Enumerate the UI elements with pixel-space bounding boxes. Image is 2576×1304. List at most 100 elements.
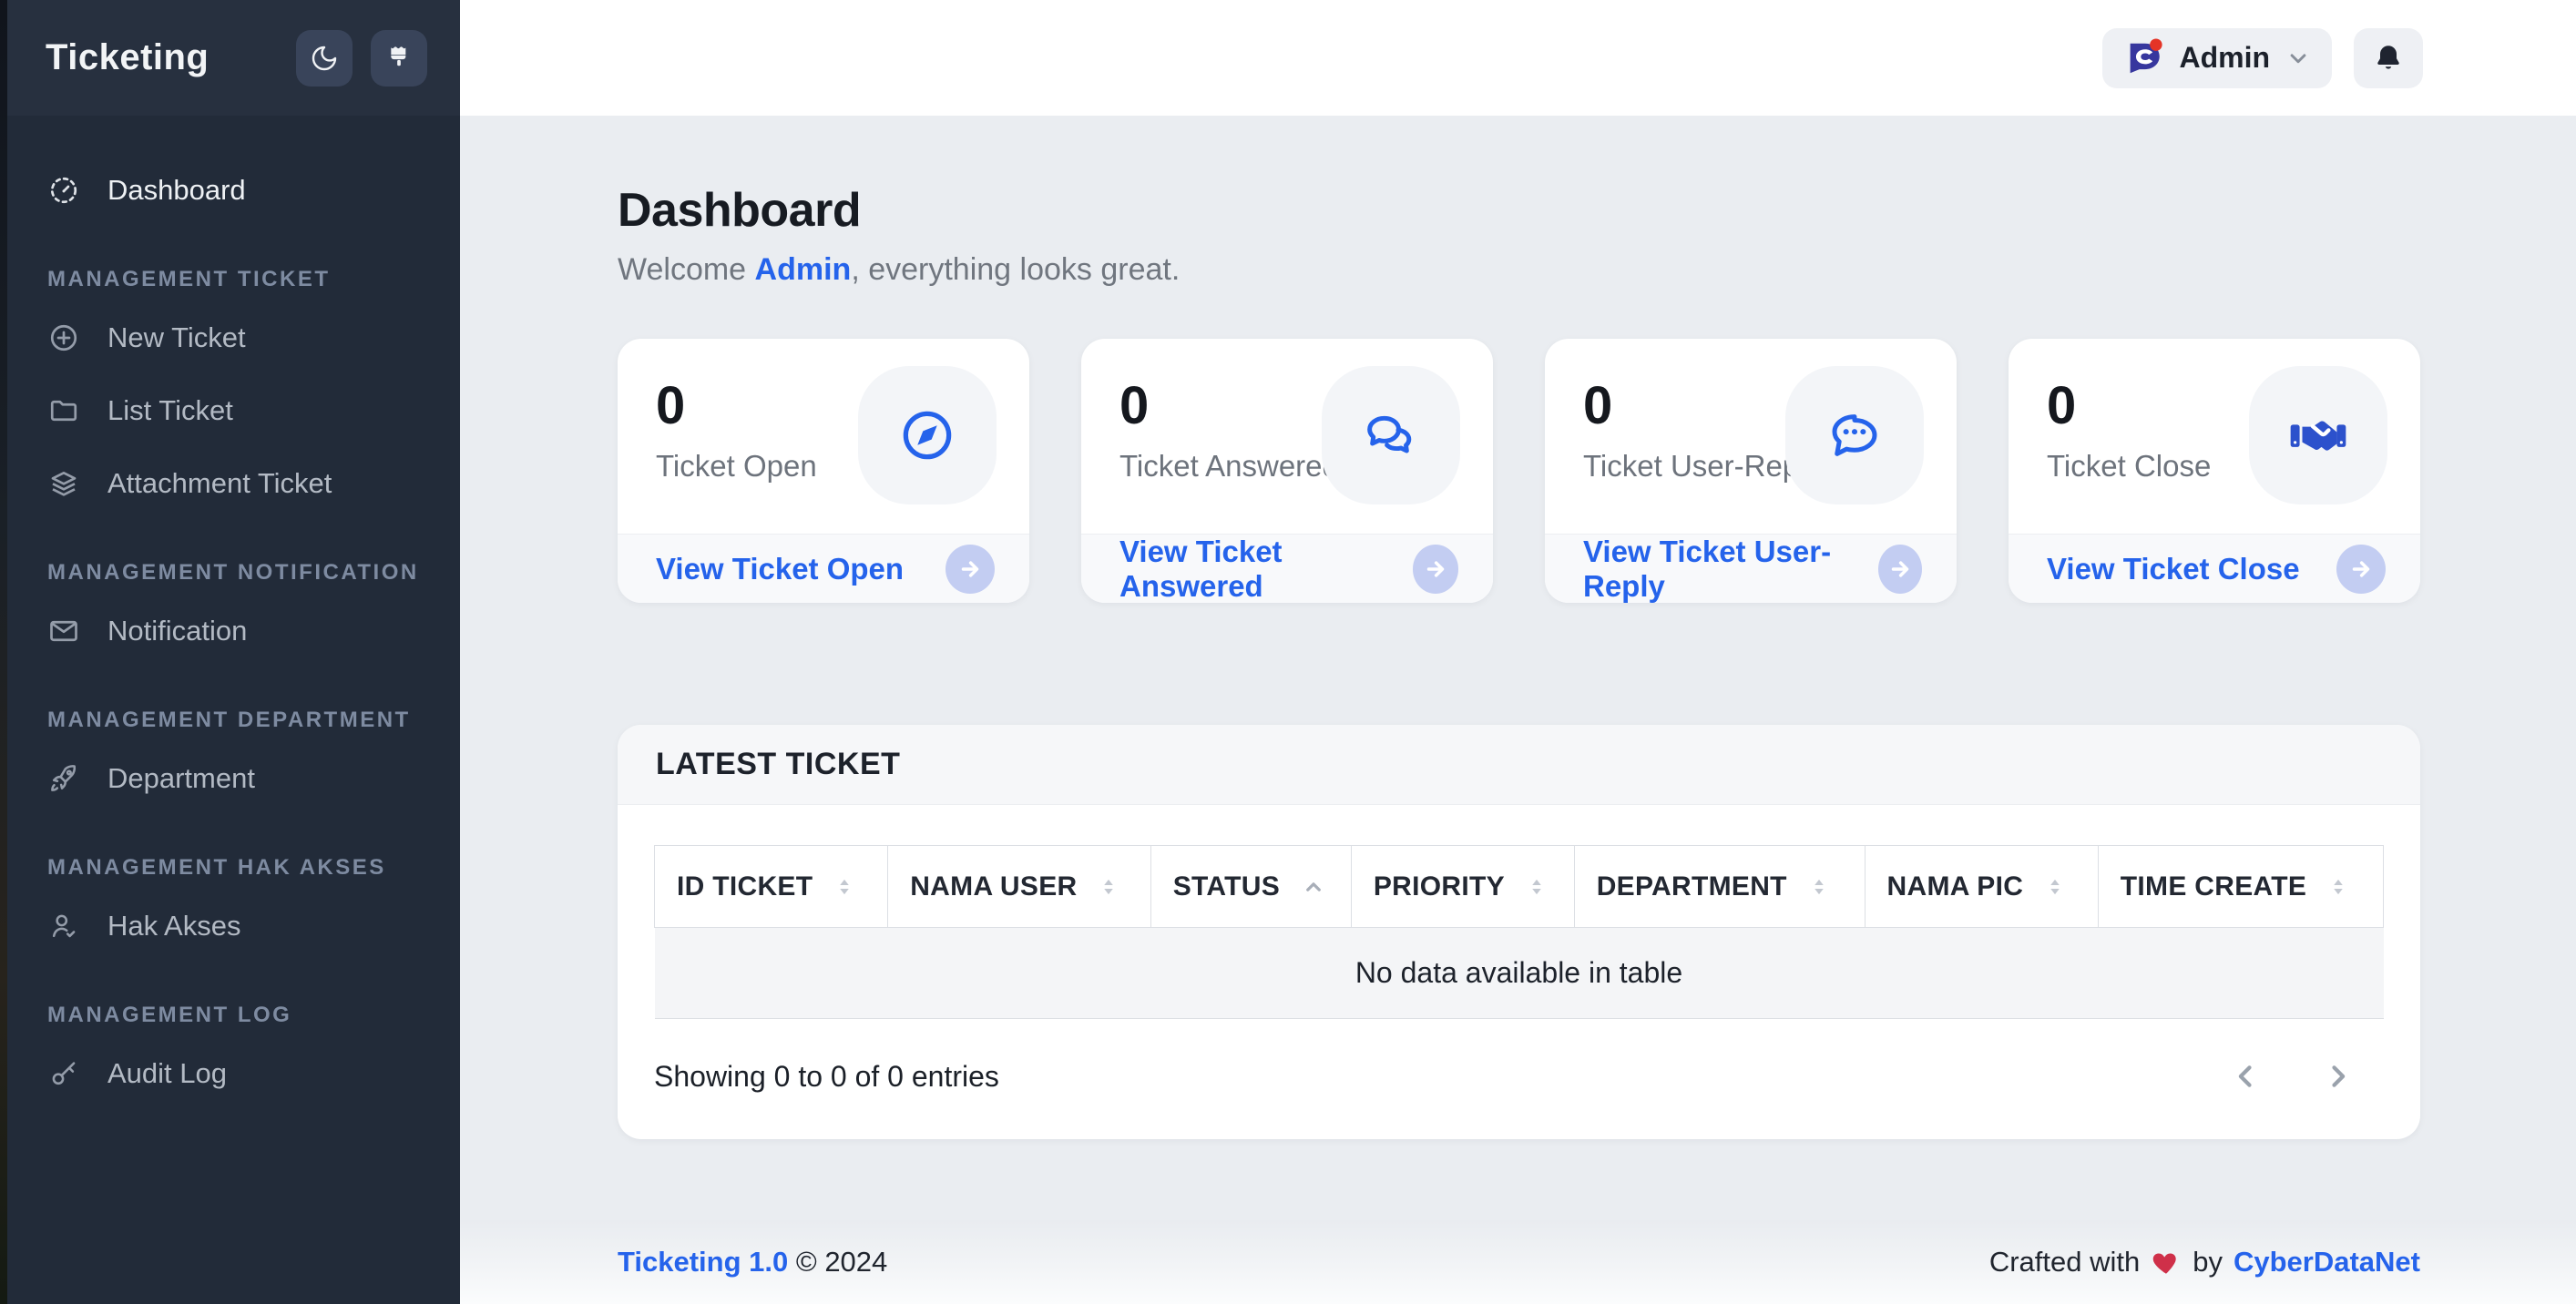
- sidebar-item-label: List Ticket: [107, 394, 233, 427]
- notifications-button[interactable]: [2354, 28, 2423, 88]
- chevron-left-icon: [2227, 1057, 2265, 1095]
- sort-icon: [1807, 875, 1831, 899]
- column-header-time-create[interactable]: TIME CREATE: [2098, 846, 2383, 928]
- cyberdatanet-link[interactable]: CyberDataNet: [2234, 1246, 2420, 1279]
- view-ticket-close-row[interactable]: View Ticket Close: [2009, 534, 2420, 603]
- sidebar-item-department[interactable]: Department: [7, 742, 460, 815]
- company-logo: [2122, 37, 2164, 79]
- next-page-button[interactable]: [2318, 1057, 2356, 1095]
- view-ticket-answered-link[interactable]: View Ticket Answered: [1119, 535, 1413, 604]
- table-header-row: ID TICKET NAMA USER STATUS PRIORITY DEPA…: [655, 846, 2384, 928]
- sidebar-toggles: [296, 30, 427, 87]
- sidebar-section-management-notification: MANAGEMENT NOTIFICATION: [7, 560, 460, 586]
- footer: Ticketing 1.0 © 2024 Crafted with by Cyb…: [460, 1220, 2576, 1304]
- footer-left: Ticketing 1.0 © 2024: [618, 1246, 887, 1279]
- sidebar-section-management-department: MANAGEMENT DEPARTMENT: [7, 708, 460, 733]
- column-header-status[interactable]: STATUS: [1150, 846, 1351, 928]
- latest-ticket-panel: LATEST TICKET ID TICKET NAMA USER STATUS…: [618, 725, 2420, 1139]
- sidebar-item-notification[interactable]: Notification: [7, 595, 460, 667]
- view-ticket-open-link[interactable]: View Ticket Open: [656, 552, 904, 586]
- column-header-department[interactable]: DEPARTMENT: [1574, 846, 1865, 928]
- sidebar-item-attachment-ticket[interactable]: Attachment Ticket: [7, 447, 460, 520]
- topbar: Admin: [460, 0, 2576, 116]
- layers-icon: [47, 467, 80, 500]
- chevron-right-icon: [2318, 1057, 2356, 1095]
- theme-button[interactable]: [371, 30, 427, 87]
- sidebar-item-audit-log[interactable]: Audit Log: [7, 1037, 460, 1110]
- view-ticket-user-reply-link[interactable]: View Ticket User-Reply: [1583, 535, 1878, 604]
- card-body: 0 Ticket User-Reply: [1545, 339, 1957, 534]
- sidebar-item-dashboard[interactable]: Dashboard: [7, 154, 460, 227]
- footer-right: Crafted with by CyberDataNet: [1989, 1246, 2420, 1279]
- main-column: Admin Dashboard Welcome Admin, everythin…: [460, 0, 2576, 1304]
- sidebar-item-new-ticket[interactable]: New Ticket: [7, 301, 460, 374]
- sidebar-item-label: New Ticket: [107, 321, 246, 354]
- sidebar-item-label: Department: [107, 762, 255, 795]
- arrow-right-icon[interactable]: [1413, 545, 1458, 594]
- user-check-icon: [47, 910, 80, 942]
- chevron-down-icon: [2285, 45, 2312, 72]
- view-ticket-user-reply-row[interactable]: View Ticket User-Reply: [1545, 534, 1957, 603]
- tickets-table: ID TICKET NAMA USER STATUS PRIORITY DEPA…: [654, 845, 2384, 1019]
- app-title: Ticketing: [46, 37, 209, 78]
- footer-brand-link[interactable]: Ticketing 1.0: [618, 1246, 788, 1278]
- crafted-by-text: by: [2193, 1246, 2223, 1279]
- card-body: 0 Ticket Open: [618, 339, 1029, 534]
- card-body: 0 Ticket Answered: [1081, 339, 1493, 534]
- column-header-priority[interactable]: PRIORITY: [1351, 846, 1574, 928]
- view-ticket-answered-row[interactable]: View Ticket Answered: [1081, 534, 1493, 603]
- gauge-icon: [47, 174, 80, 207]
- column-header-nama-pic[interactable]: NAMA PIC: [1865, 846, 2098, 928]
- sort-icon: [1525, 875, 1549, 899]
- bell-icon: [2372, 42, 2405, 75]
- arrow-right-icon[interactable]: [2336, 545, 2386, 594]
- stat-cards: 0 Ticket Open View Ticket Open 0 Ticket: [618, 339, 2420, 603]
- user-menu-button[interactable]: Admin: [2102, 28, 2332, 88]
- plus-circle-icon: [47, 321, 80, 354]
- card-ticket-open: 0 Ticket Open View Ticket Open: [618, 339, 1029, 603]
- handshake-icon: [2249, 366, 2387, 504]
- card-ticket-user-reply: 0 Ticket User-Reply View Ticket User-Rep…: [1545, 339, 1957, 603]
- mail-icon: [47, 615, 80, 647]
- footer-copyright: © 2024: [796, 1246, 887, 1278]
- sort-icon: [2326, 875, 2350, 899]
- card-body: 0 Ticket Close: [2009, 339, 2420, 534]
- desktop-edge: [0, 0, 7, 1304]
- sort-icon: [2043, 875, 2067, 899]
- arrow-right-icon[interactable]: [946, 545, 995, 594]
- previous-page-button[interactable]: [2227, 1057, 2265, 1095]
- sidebar-section-management-ticket: MANAGEMENT TICKET: [7, 267, 460, 292]
- content: Dashboard Welcome Admin, everything look…: [460, 116, 2576, 1220]
- column-header-nama-user[interactable]: NAMA USER: [888, 846, 1150, 928]
- welcome-message: Welcome Admin, everything looks great.: [618, 252, 2420, 288]
- sidebar-item-label: Notification: [107, 615, 247, 647]
- compass-icon: [858, 366, 997, 504]
- crafted-text: Crafted with: [1989, 1246, 2140, 1279]
- sidebar-nav: Dashboard MANAGEMENT TICKET New Ticket L…: [7, 116, 460, 1110]
- card-ticket-close: 0 Ticket Close View Ticket Close: [2009, 339, 2420, 603]
- sidebar-section-management-log: MANAGEMENT LOG: [7, 1003, 460, 1028]
- dark-mode-button[interactable]: [296, 30, 353, 87]
- chat-dots-icon: [1785, 366, 1924, 504]
- column-header-id-ticket[interactable]: ID TICKET: [655, 846, 888, 928]
- sort-icon: [833, 875, 856, 899]
- sidebar: Ticketing Dashboard MANAGEMENT TICKET: [7, 0, 460, 1304]
- view-ticket-open-row[interactable]: View Ticket Open: [618, 534, 1029, 603]
- sidebar-item-list-ticket[interactable]: List Ticket: [7, 374, 460, 447]
- user-name: Admin: [2179, 41, 2270, 75]
- sort-icon: [1097, 875, 1120, 899]
- sidebar-header: Ticketing: [7, 0, 460, 116]
- chat-double-icon: [1322, 366, 1460, 504]
- panel-title: LATEST TICKET: [656, 747, 900, 782]
- heart-icon: [2151, 1247, 2182, 1278]
- sidebar-item-label: Hak Akses: [107, 910, 240, 942]
- rocket-icon: [47, 762, 80, 795]
- sidebar-section-management-hak-akses: MANAGEMENT HAK AKSES: [7, 855, 460, 881]
- sidebar-item-hak-akses[interactable]: Hak Akses: [7, 890, 460, 963]
- panel-header: LATEST TICKET: [618, 725, 2420, 805]
- panel-body: ID TICKET NAMA USER STATUS PRIORITY DEPA…: [618, 805, 2420, 1139]
- welcome-user: Admin: [755, 252, 852, 287]
- arrow-right-icon[interactable]: [1878, 545, 1922, 594]
- empty-message: No data available in table: [655, 928, 2384, 1019]
- view-ticket-close-link[interactable]: View Ticket Close: [2047, 552, 2300, 586]
